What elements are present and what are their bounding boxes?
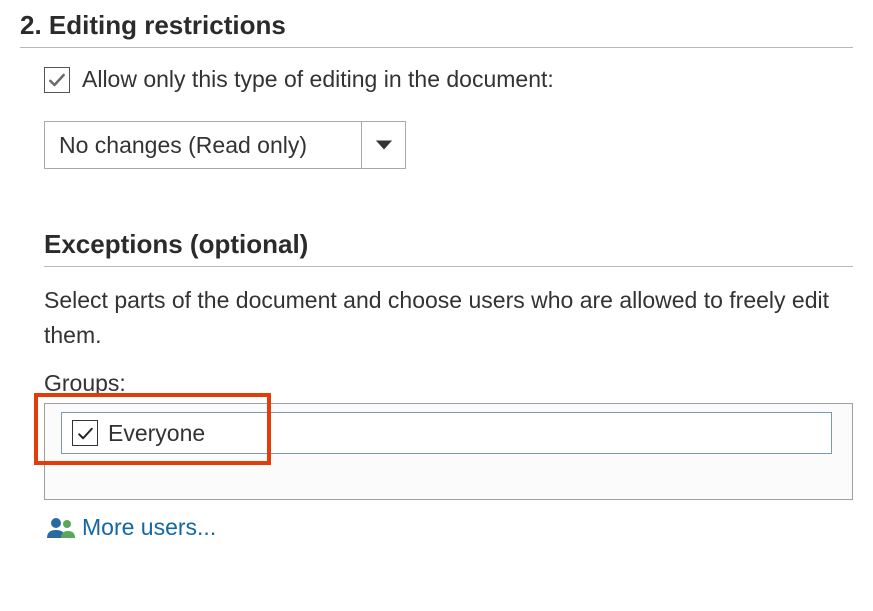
divider: [44, 266, 853, 267]
groups-listbox[interactable]: Everyone: [44, 403, 853, 500]
restriction-type-dropdown[interactable]: No changes (Read only): [44, 121, 406, 169]
chevron-down-icon: [375, 139, 393, 151]
groups-label: Groups:: [44, 370, 853, 397]
allow-editing-label: Allow only this type of editing in the d…: [82, 66, 554, 93]
group-row-everyone[interactable]: Everyone: [61, 412, 832, 454]
dropdown-button[interactable]: [361, 122, 405, 168]
exceptions-heading: Exceptions (optional): [44, 229, 853, 260]
allow-editing-row: Allow only this type of editing in the d…: [44, 66, 853, 93]
more-users-text: More users...: [82, 514, 216, 541]
group-everyone-checkbox[interactable]: [72, 420, 98, 446]
divider: [20, 47, 853, 48]
more-users-link[interactable]: More users...: [46, 514, 853, 541]
restriction-type-value: No changes (Read only): [45, 122, 361, 168]
people-icon: [46, 516, 76, 540]
editing-restrictions-heading: 2. Editing restrictions: [20, 10, 853, 41]
allow-editing-checkbox[interactable]: [44, 67, 70, 93]
exceptions-description: Select parts of the document and choose …: [44, 283, 853, 352]
group-everyone-label: Everyone: [108, 420, 205, 447]
checkmark-icon: [76, 424, 95, 443]
checkmark-icon: [47, 70, 67, 90]
